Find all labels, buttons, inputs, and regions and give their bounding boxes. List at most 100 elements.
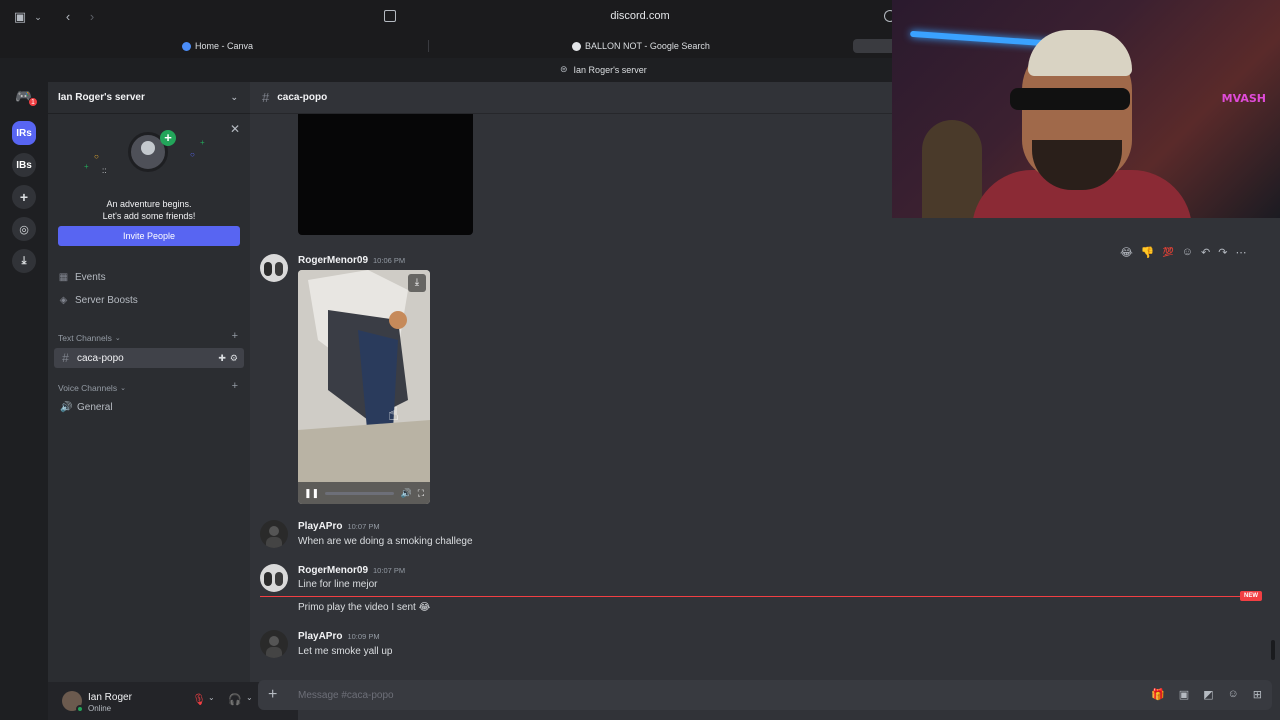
tab-canva[interactable]: Home - Canva <box>182 38 253 54</box>
timestamp: 10:07 PM <box>373 566 406 575</box>
scrollbar[interactable] <box>1271 640 1275 660</box>
chevron-down-icon[interactable]: ⌄ <box>246 693 253 702</box>
more-icon[interactable]: ⋯ <box>1235 246 1246 259</box>
site-settings-icon[interactable] <box>384 10 396 22</box>
category-label: Voice Channels <box>58 383 118 393</box>
reaction-emoji[interactable]: 💯 <box>1163 247 1174 258</box>
text-channels-category[interactable]: Text Channels ⌄ <box>58 333 121 343</box>
gif-icon[interactable]: ▣ <box>1179 688 1189 701</box>
volume-icon[interactable]: 🔊 <box>400 488 411 499</box>
channel-general[interactable]: 🔊 General <box>54 397 244 417</box>
timestamp: 10:06 PM <box>373 256 406 265</box>
emoji-icon[interactable]: ☺ <box>1228 688 1239 701</box>
tab-divider <box>428 40 429 52</box>
chevron-down-icon: ⌄ <box>114 335 121 342</box>
channel-caca-popo[interactable]: # caca-popo ✚ ⚙ <box>54 348 244 368</box>
tab-label: Home - Canva <box>195 41 254 51</box>
user-status: Online <box>88 704 112 713</box>
gift-icon[interactable]: 🎁 <box>1151 688 1165 701</box>
channel-sidebar: Ian Roger's server ⌄ ✕ ○ + :: ○ + + An a… <box>48 82 298 720</box>
sidebar-toggle-icon[interactable]: ▣ <box>12 9 28 25</box>
sparkle-icon: + <box>200 138 205 147</box>
gear-icon[interactable]: ⚙ <box>230 353 238 364</box>
fullscreen-icon[interactable]: ⛶ <box>418 488 424 499</box>
message-text: When are we doing a smoking challege <box>298 536 473 547</box>
chevron-down-icon: ⌄ <box>120 385 126 392</box>
message-text: Line for line mejor <box>298 579 378 590</box>
calendar-icon: ▦ <box>58 271 69 283</box>
forward-icon[interactable]: › <box>84 9 100 25</box>
chevron-down-icon[interactable]: ⌄ <box>208 693 215 702</box>
events-label: Events <box>75 271 106 283</box>
neon-sign-logo: MVASH <box>1221 92 1266 105</box>
invite-people-button[interactable]: Invite People <box>58 226 240 246</box>
add-text-channel-icon[interactable]: + <box>232 330 238 342</box>
message-author[interactable]: RogerMenor09 10:06 PM <box>298 255 405 266</box>
tab-google-search[interactable]: BALLON NOT - Google Search <box>572 38 710 54</box>
background-person <box>922 120 982 218</box>
message-author[interactable]: PlayAPro 10:07 PM <box>298 521 380 532</box>
headphones-icon[interactable]: 🎧 <box>228 693 242 706</box>
author-name: RogerMenor09 <box>298 255 369 266</box>
online-status-dot <box>76 705 84 713</box>
video-progress[interactable] <box>325 491 395 495</box>
address-bar[interactable]: discord.com <box>560 10 720 22</box>
server-icon: ⊜ <box>560 64 568 74</box>
message-input[interactable] <box>298 687 1098 703</box>
server-header[interactable]: Ian Roger's server ⌄ <box>48 82 250 114</box>
tab-label: BALLON NOT - Google Search <box>585 41 710 51</box>
server-boosts-item[interactable]: ◈ Server Boosts <box>58 291 240 309</box>
timestamp: 10:09 PM <box>347 632 380 641</box>
timestamp: 10:07 PM <box>347 522 380 531</box>
video-frame <box>298 270 430 504</box>
canva-icon <box>182 41 191 51</box>
new-messages-divider <box>260 596 1260 597</box>
reply-icon[interactable]: ↶ <box>1201 246 1210 259</box>
hashtag-icon: # <box>262 90 270 105</box>
promo-line-2: Let's add some friends! <box>102 211 196 221</box>
add-server-icon[interactable]: + <box>12 185 36 209</box>
close-icon[interactable]: ✕ <box>230 122 240 136</box>
chevron-down-icon[interactable]: ⌄ <box>30 9 46 25</box>
add-attachment-icon[interactable]: + <box>268 686 277 704</box>
composer-tools: 🎁 ▣ ◩ ☺ ⊞ <box>1151 688 1262 701</box>
new-badge: NEW <box>1240 591 1262 601</box>
back-icon[interactable]: ‹ <box>60 9 76 25</box>
video-controls: ❚❚ 🔊 ⛶ <box>298 482 430 504</box>
events-item[interactable]: ▦ Events <box>58 268 240 286</box>
download-icon[interactable]: ⤓ <box>408 274 426 292</box>
reaction-emoji[interactable]: 👎 <box>1141 246 1155 259</box>
guild-irs[interactable]: IRs <box>12 121 36 145</box>
download-icon[interactable]: ⤓ <box>12 249 36 273</box>
pause-icon[interactable]: ❚❚ <box>304 488 319 499</box>
streamer-cap <box>1028 30 1132 76</box>
mic-muted-icon[interactable]: 🎙 <box>192 693 206 706</box>
message-author[interactable]: RogerMenor09 10:07 PM <box>298 565 405 576</box>
message-text: Let me smoke yall up <box>298 646 393 657</box>
voice-channels-category[interactable]: Voice Channels ⌄ <box>58 383 126 393</box>
forward-icon[interactable]: ↷ <box>1218 246 1227 259</box>
video-attachment[interactable]: ⤓ ❚❚ 🔊 ⛶ <box>298 270 430 504</box>
cursor-hand-icon: ☝ <box>388 404 399 424</box>
apps-icon[interactable]: ⊞ <box>1253 688 1262 701</box>
chevron-down-icon: ⌄ <box>230 92 238 102</box>
message-author[interactable]: PlayAPro 10:09 PM <box>298 631 380 642</box>
sticker-icon[interactable]: ◩ <box>1203 688 1213 701</box>
reaction-emoji[interactable]: 😂 <box>1120 246 1133 259</box>
promo-line-1: An adventure begins. <box>106 199 192 209</box>
avatar[interactable] <box>260 520 288 548</box>
avatar[interactable] <box>260 254 288 282</box>
image-attachment[interactable] <box>298 114 473 235</box>
avatar[interactable] <box>260 630 288 658</box>
invite-icon[interactable]: ✚ <box>218 353 226 364</box>
discover-icon[interactable]: ◎ <box>12 217 36 241</box>
add-voice-channel-icon[interactable]: + <box>232 380 238 392</box>
user-name: Ian Roger <box>88 692 132 703</box>
channel-label: General <box>77 401 113 413</box>
add-reaction-icon[interactable]: ☺ <box>1182 246 1193 258</box>
channel-label: caca-popo <box>77 352 124 364</box>
guild-ibs[interactable]: IBs <box>12 153 36 177</box>
avatar[interactable] <box>260 564 288 592</box>
author-name: PlayAPro <box>298 521 343 532</box>
author-name: RogerMenor09 <box>298 565 369 576</box>
